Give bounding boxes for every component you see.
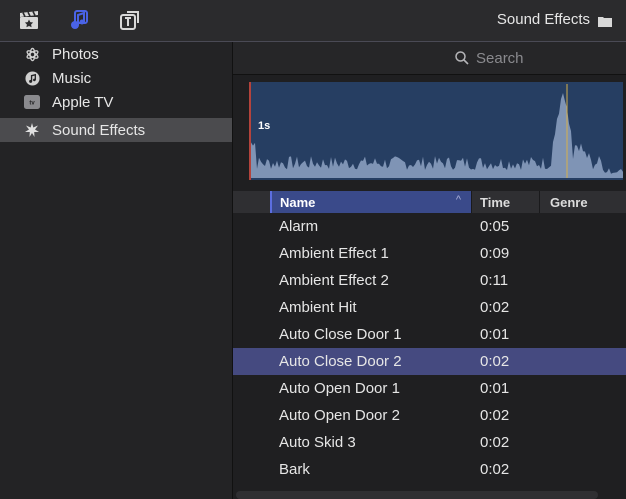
waveform-preview[interactable]: 1s <box>249 82 623 180</box>
cell-time: 0:02 <box>480 434 510 451</box>
table-row[interactable]: Auto Close Door 1 0:01 <box>233 321 626 348</box>
sidebar-item-appletv[interactable]: tv Apple TV <box>0 90 232 114</box>
photos-icon <box>24 46 40 62</box>
cell-name: Auto Close Door 1 <box>279 326 402 343</box>
time-label: 1s <box>258 120 271 132</box>
sidebar-item-sound-effects[interactable]: Sound Effects <box>0 118 232 142</box>
cell-name: Ambient Hit <box>279 299 357 316</box>
sound-list: Alarm 0:05 Ambient Effect 1 0:09 Ambient Eff… <box>233 213 626 483</box>
sidebar-item-label: Sound Effects <box>52 121 146 139</box>
sidebar: Photos Music tv Apple TV Sound Effects <box>0 42 233 499</box>
cell-time: 0:02 <box>480 353 510 370</box>
cell-name: Auto Open Door 2 <box>279 407 400 424</box>
search-icon <box>455 51 469 65</box>
column-header-genre[interactable]: Genre <box>539 191 626 213</box>
cell-time: 0:09 <box>480 245 510 262</box>
horizontal-scrollbar[interactable] <box>236 491 598 499</box>
browser-panel: Search 1s Name ^ Time Genre Alarm 0:05 Amb… <box>233 42 626 499</box>
sidebar-item-label: Apple TV <box>52 93 114 111</box>
cell-name: Auto Skid 3 <box>279 434 356 451</box>
folder-icon[interactable] <box>598 14 612 27</box>
music-photos-icon[interactable] <box>66 8 92 32</box>
sort-ascending-icon: ^ <box>455 194 461 206</box>
table-row[interactable]: Auto Skid 3 0:02 <box>233 429 626 456</box>
table-header: Name ^ Time Genre <box>233 191 626 213</box>
cell-name: Bark <box>279 461 310 478</box>
cell-time: 0:05 <box>480 218 510 235</box>
sidebar-item-photos[interactable]: Photos <box>0 42 232 66</box>
table-row[interactable]: Auto Close Door 2 0:02 <box>233 348 626 375</box>
cell-time: 0:11 <box>480 272 509 289</box>
table-row[interactable]: Ambient Hit 0:02 <box>233 294 626 321</box>
search-input[interactable]: Search <box>455 47 625 69</box>
table-row[interactable]: Ambient Effect 2 0:11 <box>233 267 626 294</box>
cell-name: Ambient Effect 2 <box>279 272 389 289</box>
cell-time: 0:02 <box>480 461 510 478</box>
waveform-graph <box>251 84 623 178</box>
cell-time: 0:01 <box>480 326 510 343</box>
column-header-name[interactable]: Name ^ <box>270 191 471 213</box>
sidebar-item-label: Music <box>52 69 92 87</box>
cell-time: 0:01 <box>480 380 510 397</box>
music-icon <box>24 70 40 86</box>
cell-time: 0:02 <box>480 299 510 316</box>
sidebar-item-music[interactable]: Music <box>0 66 232 90</box>
toolbar: Sound Effects <box>0 0 626 42</box>
titles-icon[interactable] <box>117 8 143 32</box>
table-row[interactable]: Bark 0:02 <box>233 456 626 483</box>
svg-text:tv: tv <box>29 101 35 107</box>
search-bar: Search <box>233 42 626 75</box>
cell-name: Alarm <box>279 218 319 235</box>
window-title: Sound Effects <box>496 11 590 28</box>
clapperboard-icon[interactable] <box>16 8 42 32</box>
appletv-icon: tv <box>24 94 40 110</box>
table-row[interactable]: Ambient Effect 1 0:09 <box>233 240 626 267</box>
column-header-time[interactable]: Time <box>471 191 539 213</box>
table-row[interactable]: Auto Open Door 2 0:02 <box>233 402 626 429</box>
table-row[interactable]: Auto Open Door 1 0:01 <box>233 375 626 402</box>
table-row[interactable]: Alarm 0:05 <box>233 213 626 240</box>
search-placeholder: Search <box>476 49 524 67</box>
sidebar-item-label: Photos <box>52 45 99 63</box>
sound-effects-icon <box>24 122 40 138</box>
cell-name: Auto Close Door 2 <box>279 353 402 370</box>
cell-name: Ambient Effect 1 <box>279 245 389 262</box>
cell-name: Auto Open Door 1 <box>279 380 400 397</box>
cell-time: 0:02 <box>480 407 510 424</box>
